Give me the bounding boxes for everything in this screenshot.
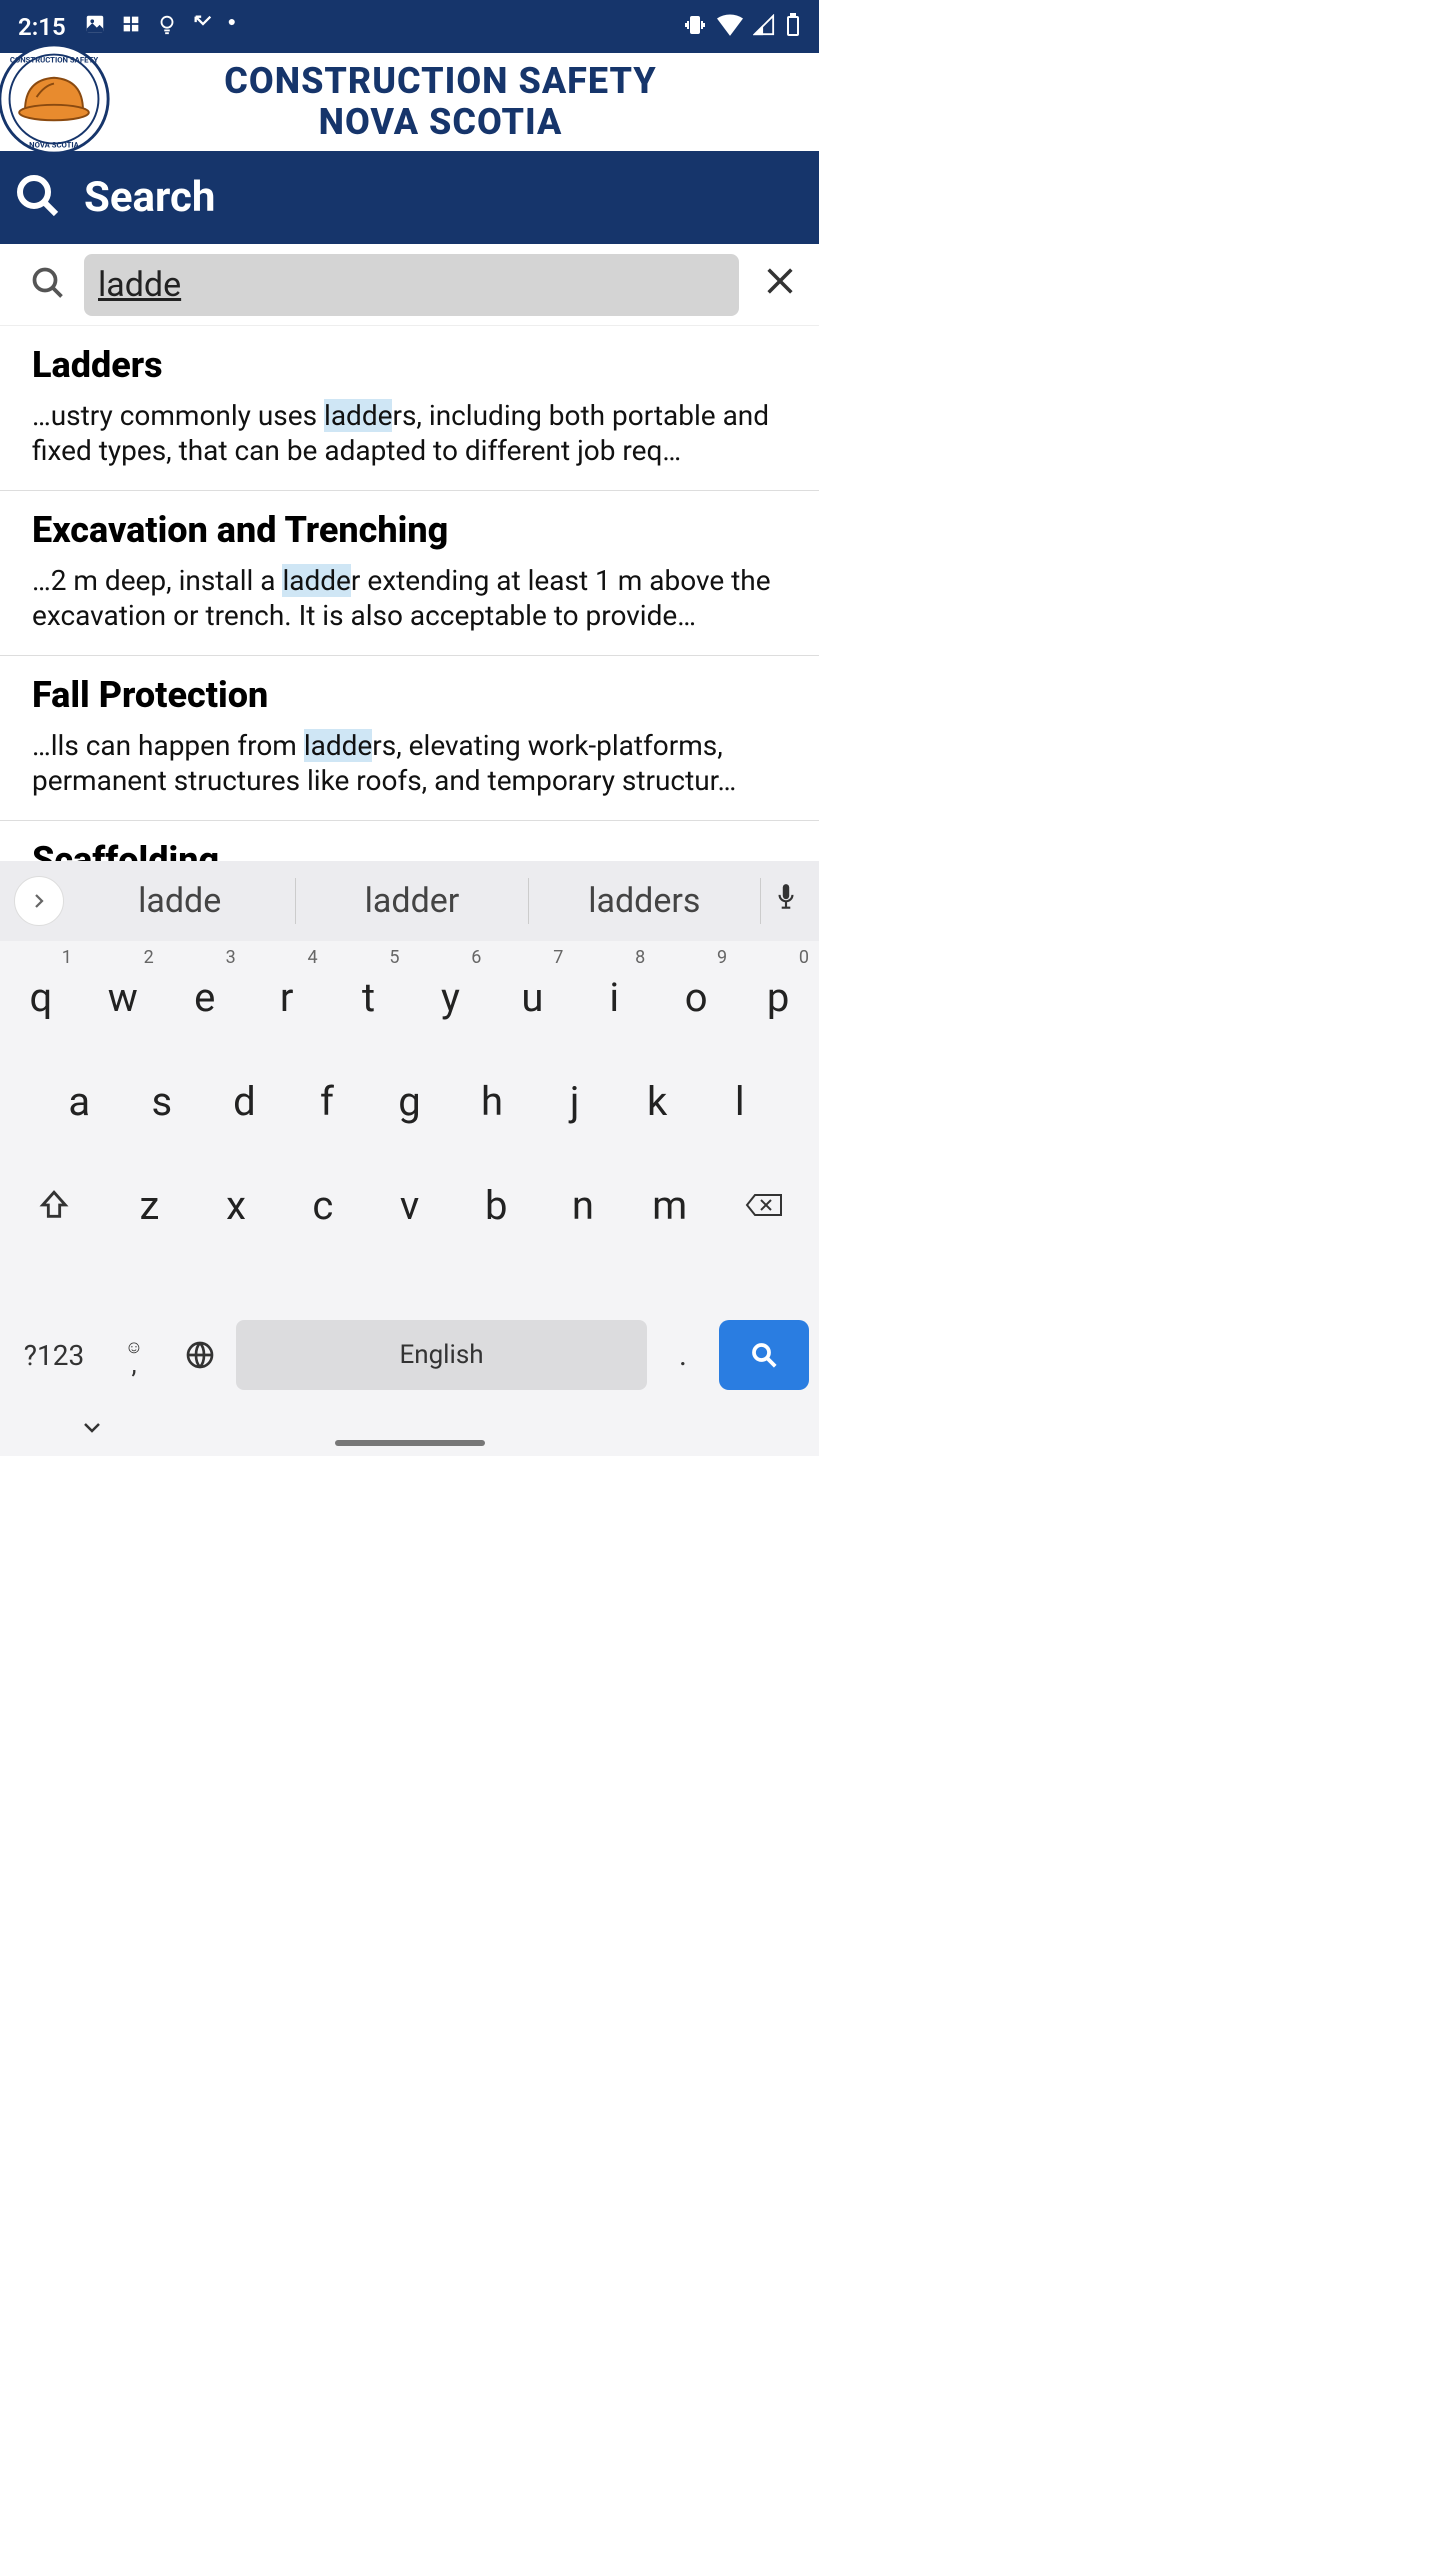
suggestion-expand-button[interactable] <box>14 876 64 926</box>
result-item[interactable]: Excavation and Trenching …2 m deep, inst… <box>0 491 819 656</box>
app-title: CONSTRUCTION SAFETY NOVA SCOTIA <box>112 61 819 144</box>
vibrate-icon <box>683 13 707 41</box>
result-title: Ladders <box>32 344 787 386</box>
search-header-title: Search <box>84 173 215 222</box>
result-snippet: …ustry commonly uses ladders, including … <box>32 398 787 468</box>
search-input[interactable]: ladde <box>84 254 739 316</box>
key-y[interactable]: 6y <box>410 945 492 1049</box>
numeric-key[interactable]: ?123 <box>10 1320 98 1390</box>
dot-icon: ● <box>228 13 236 41</box>
clear-search-button[interactable] <box>757 261 803 308</box>
search-header-icon <box>14 172 62 224</box>
hide-keyboard-button[interactable] <box>80 1415 104 1445</box>
key-i[interactable]: 8i <box>573 945 655 1049</box>
app-header: CONSTRUCTION SAFETY NOVA SCOTIA CONSTRUC… <box>0 53 819 151</box>
backspace-key[interactable] <box>713 1153 817 1257</box>
key-d[interactable]: d <box>203 1049 286 1153</box>
key-g[interactable]: g <box>368 1049 451 1153</box>
search-header: Search <box>0 151 819 244</box>
globe-key[interactable] <box>170 1320 230 1390</box>
key-j[interactable]: j <box>533 1049 616 1153</box>
key-e[interactable]: 3e <box>164 945 246 1049</box>
keyboard-row-3: zxcvbnm <box>0 1153 819 1257</box>
key-x[interactable]: x <box>193 1182 280 1229</box>
key-w[interactable]: 2w <box>82 945 164 1049</box>
keyboard-search-button[interactable] <box>719 1320 809 1390</box>
on-screen-keyboard: ladde ladder ladders 1q2w3e4r5t6y7u8i9o0… <box>0 861 819 1456</box>
suggestion-bar: ladde ladder ladders <box>0 861 819 941</box>
photo-icon <box>84 13 106 41</box>
suggestion-item[interactable]: ladde <box>64 878 296 924</box>
suggestion-item[interactable]: ladder <box>296 878 528 924</box>
key-a[interactable]: a <box>38 1049 121 1153</box>
status-left: 2:15 ● <box>18 13 236 41</box>
shift-key[interactable] <box>2 1153 106 1257</box>
suggestion-item[interactable]: ladders <box>529 878 761 924</box>
result-snippet: …lls can happen from ladders, elevating … <box>32 728 787 798</box>
key-c[interactable]: c <box>279 1182 366 1229</box>
key-s[interactable]: s <box>121 1049 204 1153</box>
keyboard-row-1: 1q2w3e4r5t6y7u8i9o0p <box>0 945 819 1049</box>
key-k[interactable]: k <box>616 1049 699 1153</box>
search-icon <box>30 265 66 305</box>
period-key[interactable]: . <box>653 1320 713 1390</box>
voice-input-icon[interactable] <box>761 882 811 920</box>
key-q[interactable]: 1q <box>0 945 82 1049</box>
status-time: 2:15 <box>18 13 66 41</box>
key-m[interactable]: m <box>626 1182 713 1229</box>
key-p[interactable]: 0p <box>737 945 819 1049</box>
logo-icon: CONSTRUCTION SAFETY NOVA SCOTIA <box>0 52 112 152</box>
key-r[interactable]: 4r <box>246 945 328 1049</box>
emoji-key[interactable]: ☺ , <box>104 1320 164 1390</box>
android-nav-bar <box>0 1404 819 1456</box>
key-l[interactable]: l <box>698 1049 781 1153</box>
app-title-line1: CONSTRUCTION SAFETY <box>112 61 769 102</box>
key-n[interactable]: n <box>540 1182 627 1229</box>
keyboard-rows: 1q2w3e4r5t6y7u8i9o0p asdfghjkl zxcvbnm <box>0 941 819 1306</box>
key-h[interactable]: h <box>451 1049 534 1153</box>
status-bar: 2:15 ● <box>0 0 819 53</box>
key-u[interactable]: 7u <box>491 945 573 1049</box>
search-row: ladde <box>0 244 819 326</box>
key-f[interactable]: f <box>286 1049 369 1153</box>
status-right <box>683 13 801 41</box>
battery-icon <box>785 13 801 41</box>
missed-call-icon <box>192 13 214 41</box>
svg-text:CONSTRUCTION SAFETY: CONSTRUCTION SAFETY <box>10 55 98 64</box>
search-results: Ladders …ustry commonly uses ladders, in… <box>0 326 819 901</box>
result-title: Fall Protection <box>32 674 787 716</box>
key-t[interactable]: 5t <box>328 945 410 1049</box>
keyboard-row-2: asdfghjkl <box>0 1049 819 1153</box>
signal-icon <box>753 14 775 40</box>
key-o[interactable]: 9o <box>655 945 737 1049</box>
app-title-line2: NOVA SCOTIA <box>112 102 769 143</box>
key-z[interactable]: z <box>106 1182 193 1229</box>
bulb-icon <box>156 13 178 41</box>
key-b[interactable]: b <box>453 1182 540 1229</box>
keyboard-bottom-row: ?123 ☺ , English . <box>0 1306 819 1404</box>
hash-icon <box>120 13 142 41</box>
svg-text:NOVA SCOTIA: NOVA SCOTIA <box>29 140 80 149</box>
nav-handle-icon[interactable] <box>335 1440 485 1446</box>
search-input-value: ladde <box>98 265 181 305</box>
wifi-icon <box>717 14 743 40</box>
result-snippet: …2 m deep, install a ladder extending at… <box>32 563 787 633</box>
key-v[interactable]: v <box>366 1182 453 1229</box>
result-item[interactable]: Fall Protection …lls can happen from lad… <box>0 656 819 821</box>
result-item[interactable]: Ladders …ustry commonly uses ladders, in… <box>0 326 819 491</box>
space-key[interactable]: English <box>236 1320 647 1390</box>
result-title: Excavation and Trenching <box>32 509 787 551</box>
